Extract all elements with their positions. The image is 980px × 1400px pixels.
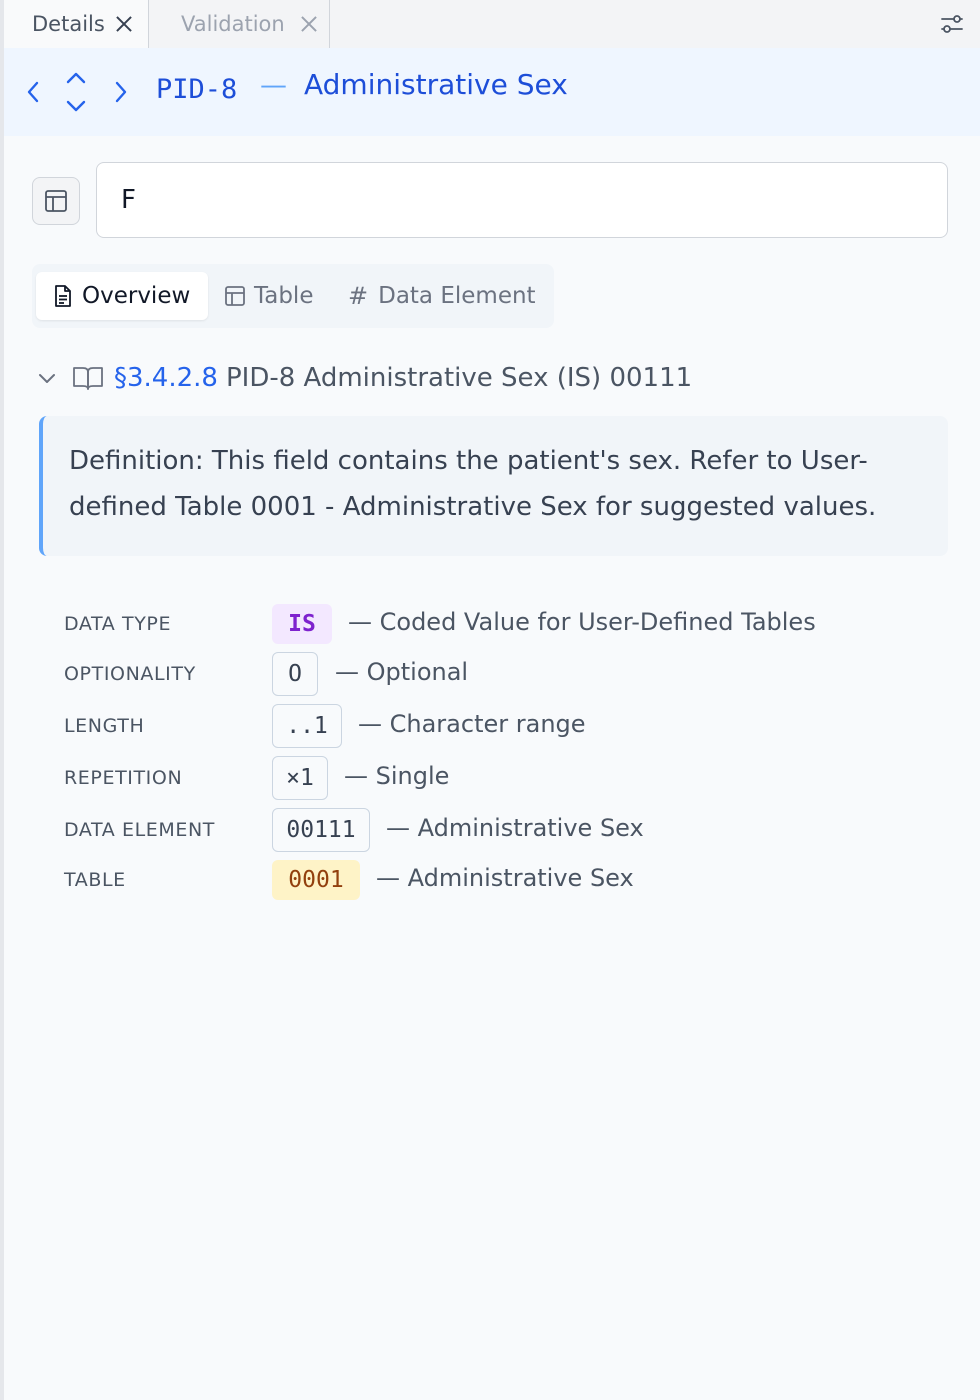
tab-details[interactable]: Details [4, 0, 148, 48]
field-header: PID-8 — Administrative Sex [4, 48, 980, 136]
tab-table[interactable]: Table [222, 272, 313, 320]
tab-details-label: Details [32, 12, 105, 36]
tab-data-element-label: Data Element [378, 283, 536, 309]
data-element-description: — Administrative Sex [386, 814, 644, 842]
length-label: LENGTH [64, 715, 145, 737]
optionality-description: — Optional [335, 658, 469, 686]
table-label: TABLE [64, 869, 126, 891]
chevron-up-down-icon[interactable] [64, 70, 88, 114]
data-element-label: DATA ELEMENT [64, 819, 215, 841]
section-title: PID-8 Administrative Sex (IS) 00111 [225, 363, 693, 393]
tab-validation-label: Validation [181, 12, 285, 36]
chevron-right-icon[interactable] [110, 78, 130, 106]
tab-table-label: Table [254, 283, 314, 309]
data-type-description: — Coded Value for User-Defined Tables [348, 608, 816, 636]
close-icon[interactable] [114, 14, 134, 34]
table-badge[interactable]: 0001 [272, 860, 360, 900]
optionality-label: OPTIONALITY [64, 663, 196, 685]
header-separator: — [260, 70, 287, 101]
close-icon[interactable] [299, 14, 319, 34]
data-type-badge[interactable]: IS [272, 604, 332, 644]
table-description: — Administrative Sex [376, 864, 634, 892]
spec-section-link[interactable]: §3.4.2.8 [114, 363, 218, 393]
tab-validation[interactable]: Validation [148, 0, 330, 48]
length-badge: ..1 [272, 704, 342, 748]
table-lookup-button[interactable] [32, 177, 80, 225]
section-heading[interactable]: §3.4.2.8 PID-8 Administrative Sex (IS) 0… [36, 360, 692, 396]
optionality-badge: O [272, 652, 318, 696]
repetition-badge: ×1 [272, 756, 328, 800]
view-tabs: Overview Table # Data Element [32, 264, 554, 328]
document-icon [55, 285, 71, 307]
tab-data-element[interactable]: # Data Element [348, 272, 536, 320]
left-divider [0, 0, 4, 1400]
repetition-description: — Single [344, 762, 450, 790]
length-description: — Character range [358, 710, 586, 738]
chevron-down-icon[interactable] [36, 367, 58, 389]
field-code: PID-8 [156, 74, 238, 105]
chevron-left-icon[interactable] [24, 78, 44, 106]
data-element-badge[interactable]: 00111 [272, 808, 370, 852]
repetition-label: REPETITION [64, 767, 183, 789]
data-type-label: DATA TYPE [64, 613, 172, 635]
tab-overview-label: Overview [82, 283, 191, 309]
field-name: Administrative Sex [304, 68, 568, 101]
hash-icon: # [348, 282, 369, 310]
definition-callout: Definition: This field contains the pati… [39, 416, 948, 556]
tab-bar: Details Validation [4, 0, 980, 48]
sliders-icon[interactable] [940, 12, 964, 36]
book-icon [73, 367, 103, 390]
tab-overview[interactable]: Overview [36, 272, 208, 320]
field-value-input[interactable] [96, 162, 948, 238]
table-icon [225, 286, 245, 306]
table-icon [45, 190, 67, 212]
